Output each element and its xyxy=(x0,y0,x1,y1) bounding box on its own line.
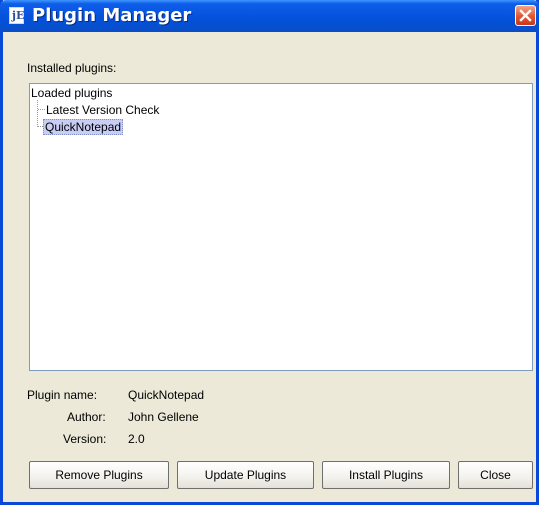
title-bar[interactable]: jE Plugin Manager xyxy=(0,0,539,32)
tree-branch-line xyxy=(38,109,45,110)
installed-plugins-label: Installed plugins: xyxy=(27,61,117,75)
version-label: Version: xyxy=(63,432,107,446)
tree-item-quicknotepad[interactable]: QuickNotepad xyxy=(43,119,124,135)
window-title: Plugin Manager xyxy=(32,5,192,26)
author-value: John Gellene xyxy=(128,410,199,424)
tree-root-loaded-plugins[interactable]: Loaded plugins xyxy=(31,86,112,100)
author-label: Author: xyxy=(67,410,106,424)
close-icon xyxy=(519,9,532,22)
update-plugins-button[interactable]: Update Plugins xyxy=(177,461,314,489)
plugin-tree[interactable]: Loaded plugins Latest Version Check Quic… xyxy=(29,83,533,371)
tree-connector-line xyxy=(37,100,38,127)
jedit-app-icon: jE xyxy=(9,7,24,24)
remove-plugins-button[interactable]: Remove Plugins xyxy=(29,461,169,489)
tree-item-latest-version-check[interactable]: Latest Version Check xyxy=(46,103,159,117)
install-plugins-button[interactable]: Install Plugins xyxy=(322,461,450,489)
plugin-name-label: Plugin name: xyxy=(27,388,98,402)
plugin-name-value: QuickNotepad xyxy=(128,388,205,402)
close-window-button[interactable] xyxy=(515,5,536,26)
version-value: 2.0 xyxy=(128,432,145,446)
close-button[interactable]: Close xyxy=(458,461,533,489)
plugin-manager-window: jE Plugin Manager Installed plugins: Loa… xyxy=(0,0,539,505)
